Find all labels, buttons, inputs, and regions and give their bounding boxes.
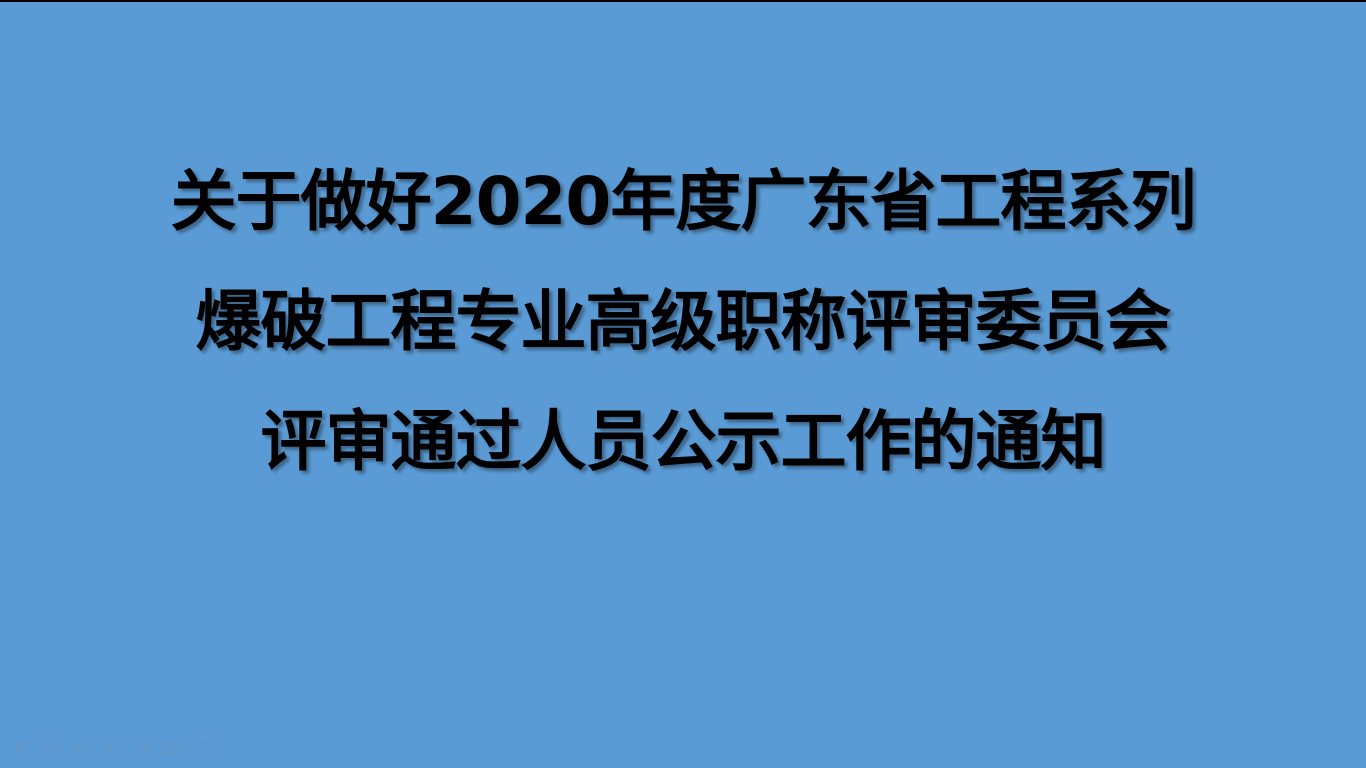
slides-grid-icon[interactable] [39,736,63,758]
slide-title: 关于做好2020年度广东省工程系列 爆破工程专业高级职称评审委员会 评审通过人员… [0,142,1366,502]
title-line-1: 关于做好2020年度广东省工程系列 [170,163,1197,240]
more-icon[interactable] [194,736,218,758]
eraser-icon[interactable] [70,736,94,758]
slide: 关于做好2020年度广东省工程系列 爆破工程专业高级职称评审委员会 评审通过人员… [0,2,1366,768]
highlighter-icon[interactable] [101,736,125,758]
camera-icon[interactable] [163,736,187,758]
pointer-icon[interactable] [132,736,156,758]
title-line-2: 爆破工程专业高级职称评审委员会 [195,283,1172,360]
pen-icon[interactable] [8,736,32,758]
title-line-3: 评审通过人员公示工作的通知 [260,403,1107,480]
presentation-toolbar [8,736,218,758]
